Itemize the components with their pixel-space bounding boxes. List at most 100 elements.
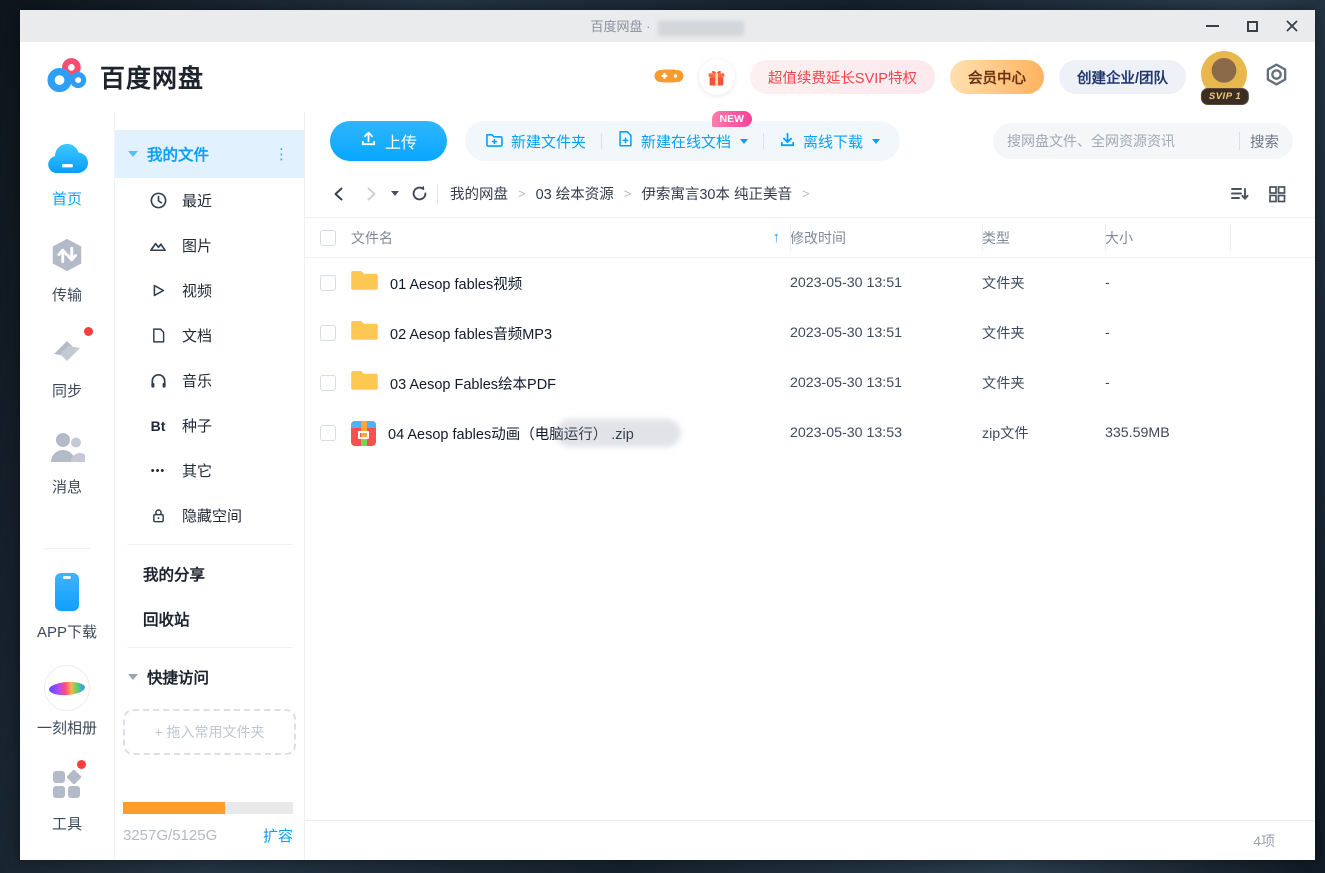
rail-item-home[interactable]: 首页 xyxy=(45,138,89,209)
breadcrumb-separator: > xyxy=(624,186,632,201)
file-size: - xyxy=(1105,375,1230,391)
column-header-type[interactable]: 类型 xyxy=(982,218,1105,257)
forward-button[interactable] xyxy=(362,185,380,203)
rail-label: 首页 xyxy=(52,188,82,209)
svip-promo-button[interactable]: 超值续费延长SVIP特权 xyxy=(750,60,935,94)
breadcrumb-item[interactable]: 03 绘本资源 xyxy=(536,183,614,204)
back-button[interactable] xyxy=(330,185,348,203)
history-dropdown-icon[interactable] xyxy=(390,190,400,197)
header-actions: 超值续费延长SVIP特权 会员中心 创建企业/团队 SVIP 1 xyxy=(654,51,1289,103)
column-header-name[interactable]: 文件名 ↑ xyxy=(351,218,790,257)
sidenav-item-pictures[interactable]: 图片 xyxy=(115,223,304,268)
grid-view-icon[interactable] xyxy=(1267,184,1287,204)
new-badge: NEW xyxy=(712,111,753,127)
toolbar-separator xyxy=(601,133,602,149)
notification-dot xyxy=(77,760,86,769)
sidenav-label: 快捷访问 xyxy=(147,666,209,688)
member-center-button[interactable]: 会员中心 xyxy=(950,60,1044,94)
titlebar: 百度网盘 · xyxy=(20,10,1315,42)
rail-divider xyxy=(44,548,90,549)
caret-down-icon xyxy=(740,139,748,144)
sidenav-item-my-files[interactable]: 我的文件 ⋮ xyxy=(115,130,304,178)
window-title: 百度网盘 · xyxy=(20,16,1315,35)
sidenav-item-other[interactable]: ••• 其它 xyxy=(115,448,304,493)
create-team-button[interactable]: 创建企业/团队 xyxy=(1059,60,1186,94)
file-size: - xyxy=(1105,275,1230,291)
gift-icon[interactable] xyxy=(699,59,735,95)
rail-item-photos[interactable]: 一刻相册 xyxy=(37,667,97,738)
sidenav-label: 隐藏空间 xyxy=(182,505,242,526)
caret-down-icon xyxy=(128,674,138,680)
rail-item-tools[interactable]: 工具 xyxy=(52,763,82,834)
maximize-button[interactable] xyxy=(1245,19,1259,33)
sidenav-item-documents[interactable]: 文档 xyxy=(115,313,304,358)
sidenav-item-quick-access[interactable]: 快捷访问 xyxy=(115,654,304,699)
app-window: 百度网盘 · 百度网盘 xyxy=(20,10,1315,860)
file-row[interactable]: 02 Aesop fables音频MP3 2023-05-30 13:51 文件… xyxy=(305,308,1315,358)
new-doc-icon xyxy=(617,130,634,152)
folder-icon xyxy=(351,269,378,297)
minimize-button[interactable] xyxy=(1205,19,1219,33)
row-checkbox[interactable] xyxy=(320,375,336,391)
column-header-size[interactable]: 大小 xyxy=(1105,218,1230,257)
brand: 百度网盘 xyxy=(46,56,204,99)
sidenav-divider xyxy=(127,544,292,545)
new-online-doc-button[interactable]: NEW 新建在线文档 xyxy=(617,130,748,152)
file-type: 文件夹 xyxy=(982,373,1105,393)
rail-item-messages[interactable]: 消息 xyxy=(47,426,87,497)
search-input[interactable] xyxy=(1007,133,1229,149)
photos-lens-icon xyxy=(44,667,90,709)
sidenav-item-torrents[interactable]: Bt 种子 xyxy=(115,403,304,448)
rail-label: APP下载 xyxy=(37,621,97,642)
search-button[interactable]: 搜索 xyxy=(1250,131,1279,152)
file-row[interactable]: 03 Aesop Fables绘本PDF 2023-05-30 13:51 文件… xyxy=(305,358,1315,408)
file-row[interactable]: 04 Aesop fables动画（电脑运行） .zip 2023-05-30 … xyxy=(305,408,1315,458)
breadcrumb: 我的网盘 > 03 绘本资源 > 伊索寓言30本 纯正美音 > xyxy=(450,183,810,204)
rail-label: 传输 xyxy=(52,284,82,305)
close-button[interactable] xyxy=(1285,19,1299,33)
refresh-icon[interactable] xyxy=(410,184,429,203)
sidenav-item-my-shares[interactable]: 我的分享 xyxy=(115,551,304,596)
row-checkbox[interactable] xyxy=(320,275,336,291)
column-header-modified[interactable]: 修改时间 xyxy=(790,218,982,257)
sidenav-item-music[interactable]: 音乐 xyxy=(115,358,304,403)
app-body: 首页 传输 xyxy=(20,112,1315,860)
row-checkbox[interactable] xyxy=(320,425,336,441)
sidenav-item-recent[interactable]: 最近 xyxy=(115,178,304,223)
app-header: 百度网盘 xyxy=(20,42,1315,112)
sidenav-label: 种子 xyxy=(182,415,212,436)
sidenav-label: 音乐 xyxy=(182,370,212,391)
rail-item-sync[interactable]: 同步 xyxy=(47,330,87,401)
sort-list-icon[interactable] xyxy=(1229,184,1250,204)
expand-storage-link[interactable]: 扩容 xyxy=(263,825,293,846)
rail-item-app-download[interactable]: APP下载 xyxy=(37,571,97,642)
new-folder-button[interactable]: 新建文件夹 xyxy=(485,131,586,152)
upload-button[interactable]: 上传 xyxy=(330,121,447,161)
sidenav-item-hidden-space[interactable]: 隐藏空间 xyxy=(115,493,304,538)
more-options-icon[interactable]: ⋮ xyxy=(274,145,290,163)
offline-download-button[interactable]: 离线下载 xyxy=(779,131,880,152)
ellipsis-icon: ••• xyxy=(148,465,168,477)
tools-grid-icon xyxy=(53,763,80,805)
breadcrumb-separator: > xyxy=(802,186,810,201)
new-folder-label: 新建文件夹 xyxy=(511,131,586,152)
sidenav-item-recycle-bin[interactable]: 回收站 xyxy=(115,596,304,641)
game-center-icon[interactable] xyxy=(654,63,684,92)
drop-folder-zone[interactable]: + 拖入常用文件夹 xyxy=(123,709,296,755)
breadcrumb-item[interactable]: 我的网盘 xyxy=(450,183,508,204)
file-type: 文件夹 xyxy=(982,323,1105,343)
file-row[interactable]: 01 Aesop fables视频 2023-05-30 13:51 文件夹 - xyxy=(305,258,1315,308)
folder-icon xyxy=(351,319,378,347)
row-checkbox[interactable] xyxy=(320,325,336,341)
breadcrumb-item[interactable]: 伊索寓言30本 纯正美音 xyxy=(641,183,792,204)
user-avatar[interactable]: SVIP 1 xyxy=(1201,51,1249,103)
rail-item-transfer[interactable]: 传输 xyxy=(48,234,86,305)
download-icon xyxy=(779,131,796,152)
window-controls xyxy=(1205,19,1315,33)
phone-icon xyxy=(53,571,81,613)
sidenav-label: 图片 xyxy=(182,235,212,256)
sidenav-item-videos[interactable]: 视频 xyxy=(115,268,304,313)
play-icon xyxy=(148,281,168,300)
settings-icon[interactable] xyxy=(1264,62,1289,92)
select-all-checkbox[interactable] xyxy=(320,230,336,246)
